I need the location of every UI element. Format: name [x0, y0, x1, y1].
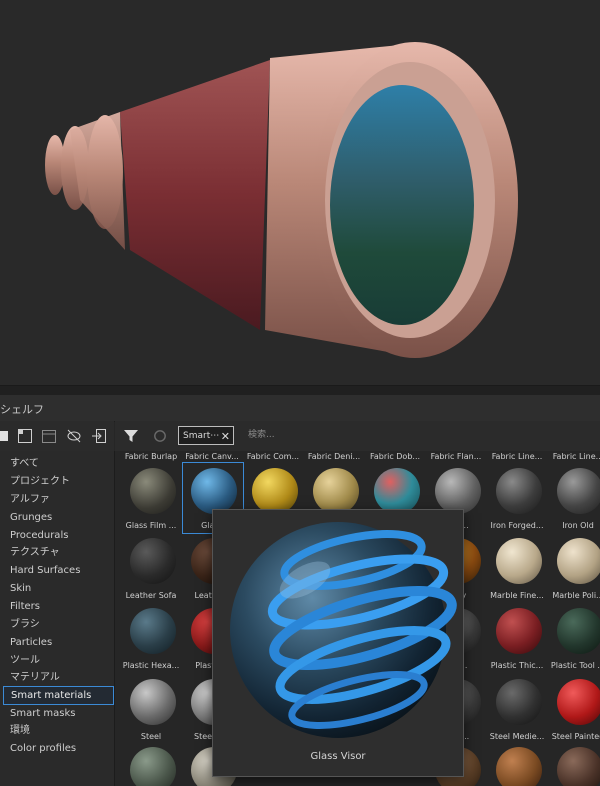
material-item[interactable]: Plastic Thic... [486, 605, 548, 677]
sidebar-item-smart-materials[interactable]: Smart materials [3, 686, 114, 705]
material-thumbnail [557, 747, 600, 786]
material-thumbnail [313, 468, 359, 514]
filter-toolbar: Smart⋯ ✕ 検索... [115, 421, 600, 451]
sidebar-item-materials[interactable]: マテリアル [10, 669, 60, 686]
sidebar-item-project[interactable]: プロジェクト [10, 473, 70, 490]
material-thumbnail [130, 608, 176, 654]
material-item[interactable]: Steel Medie... [486, 676, 548, 748]
material-thumbnail [130, 468, 176, 514]
sidebar-item-color-profiles[interactable]: Color profiles [10, 740, 76, 757]
sidebar-item-filters[interactable]: Filters [10, 598, 40, 615]
shelf-toolbar [0, 421, 114, 451]
material-thumbnail [252, 468, 298, 514]
material-thumbnail [496, 608, 542, 654]
sidebar-item-brushes[interactable]: ブラシ [10, 616, 40, 633]
material-item[interactable]: Plastic Hexa... [120, 605, 182, 677]
sidebar-item-all[interactable]: すべて [10, 455, 39, 472]
preview-label: Glass Visor [310, 751, 366, 762]
sidebar-item-skin[interactable]: Skin [10, 580, 31, 597]
material-thumbnail [496, 679, 542, 725]
filter-tag-smart-materials[interactable]: Smart⋯ ✕ [178, 426, 234, 445]
material-item[interactable]: Marble Fine... [486, 535, 548, 607]
shelf-sidebar: すべて プロジェクト アルファ Grunges Procedurals テクスチ… [0, 451, 115, 786]
filter-tag-label: Smart⋯ [183, 431, 220, 441]
material-item[interactable]: Leather Sofa [120, 535, 182, 607]
sidebar-item-smart-masks[interactable]: Smart masks [10, 705, 76, 722]
sidebar-item-alpha[interactable]: アルファ [10, 491, 50, 508]
refresh-icon[interactable] [153, 429, 167, 443]
material-item[interactable]: Steel Painted [547, 676, 600, 748]
sidebar-item-hard-surfaces[interactable]: Hard Surfaces [10, 562, 80, 579]
calendar-icon[interactable] [41, 428, 57, 444]
material-preview-popup: Glass Visor [212, 509, 464, 777]
material-thumbnail [557, 468, 600, 514]
search-input[interactable]: 検索... [243, 426, 598, 445]
material-thumbnail [130, 538, 176, 584]
hide-icon[interactable] [66, 428, 82, 444]
sidebar-item-particles[interactable]: Particles [10, 634, 52, 651]
new-folder-icon[interactable] [17, 428, 33, 444]
material-item[interactable] [486, 745, 548, 786]
material-thumbnail [130, 679, 176, 725]
material-item[interactable]: Iron Forged... [486, 463, 548, 535]
3d-viewport[interactable] [0, 0, 600, 385]
material-thumbnail [496, 468, 542, 514]
material-thumbnail [557, 679, 600, 725]
material-item[interactable]: Plastic Tool ... [547, 605, 600, 677]
material-item[interactable]: Marble Poli... [547, 535, 600, 607]
shelf-title: シェルフ [0, 403, 44, 416]
sidebar-item-grunges[interactable]: Grunges [10, 509, 52, 526]
material-thumbnail [435, 468, 481, 514]
material-item[interactable]: Steel [120, 676, 182, 748]
material-thumbnail [557, 538, 600, 584]
material-item[interactable]: Glass Film ... [120, 463, 182, 535]
import-icon[interactable] [91, 428, 107, 444]
material-item[interactable] [120, 745, 182, 786]
material-thumbnail [557, 608, 600, 654]
close-icon[interactable]: ✕ [221, 427, 230, 446]
filter-icon[interactable] [124, 429, 138, 443]
sidebar-item-textures[interactable]: テクスチャ [10, 544, 60, 561]
material-thumbnail [130, 747, 176, 786]
glass-visor-preview-image [230, 522, 457, 738]
material-thumbnail [496, 538, 542, 584]
material-item[interactable] [547, 745, 600, 786]
sidebar-item-environment[interactable]: 環境 [10, 722, 30, 739]
shelf-header: シェルフ [0, 395, 600, 422]
material-thumbnail [374, 468, 420, 514]
square-icon[interactable] [0, 428, 16, 444]
material-item[interactable]: Iron Old [547, 463, 600, 535]
sidebar-item-procedurals[interactable]: Procedurals [10, 527, 68, 544]
material-thumbnail [496, 747, 542, 786]
sidebar-item-tools[interactable]: ツール [10, 652, 40, 669]
